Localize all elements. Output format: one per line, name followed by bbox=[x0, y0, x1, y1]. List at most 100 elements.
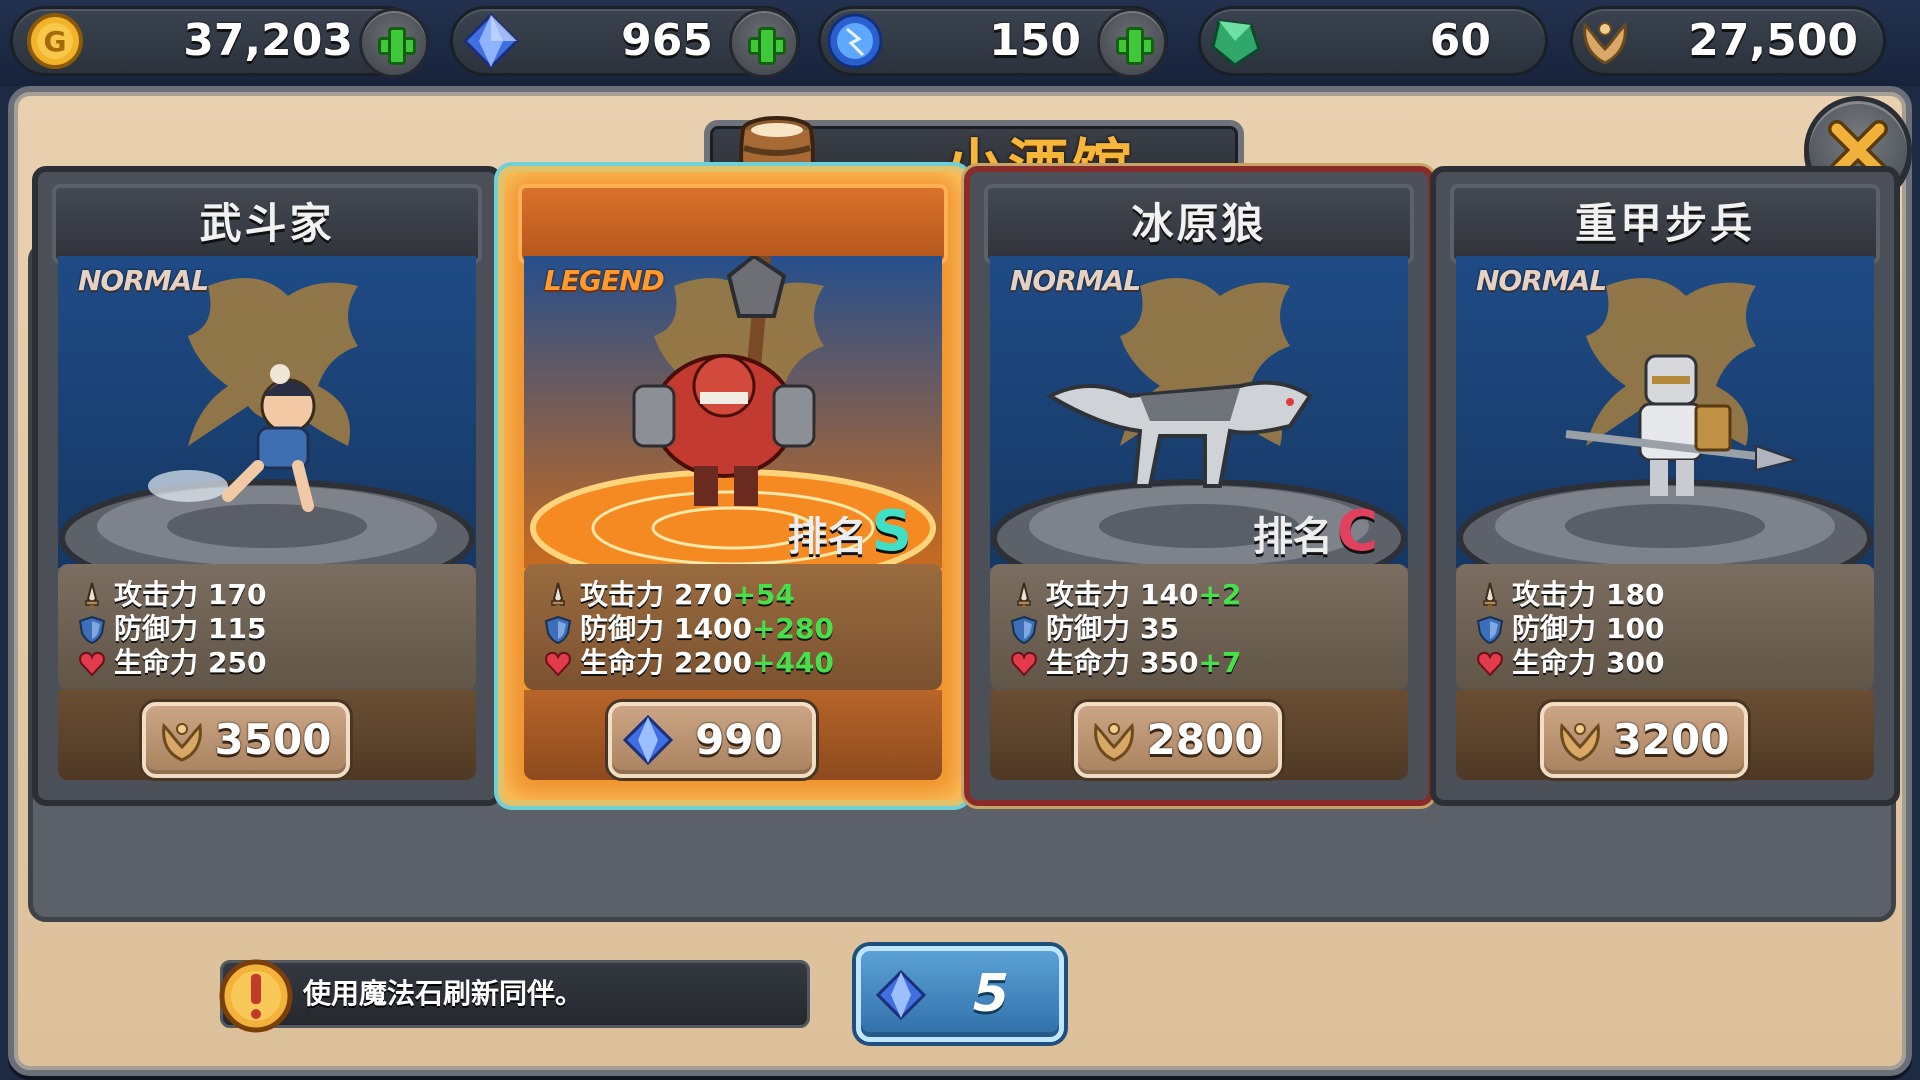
stat-bonus: +2 bbox=[1198, 578, 1242, 611]
defense-value: 115 bbox=[208, 612, 267, 645]
recruit-button[interactable]: 3200 bbox=[1540, 702, 1748, 778]
blue-diamond-icon bbox=[875, 969, 927, 1021]
shield-icon bbox=[1010, 615, 1038, 645]
recruit-button[interactable]: 990 bbox=[608, 702, 816, 778]
warning-icon bbox=[218, 958, 294, 1034]
attack-value: 270 bbox=[674, 578, 733, 611]
shield-icon bbox=[544, 615, 572, 645]
sword-icon bbox=[78, 581, 106, 611]
defense-value: 35 bbox=[1140, 612, 1179, 645]
orb-counter: 150 bbox=[818, 6, 1168, 78]
hp-label: 生命力 bbox=[1046, 646, 1131, 679]
defense-value: 100 bbox=[1606, 612, 1665, 645]
defense-value: 1400 bbox=[674, 612, 752, 645]
hp-stat: 生命力 350+7 bbox=[1010, 646, 1241, 680]
attack-label: 攻击力 bbox=[580, 578, 665, 611]
companion-portrait: LEGEND 排名S bbox=[524, 256, 942, 568]
price-value: 3200 bbox=[1612, 715, 1730, 764]
refresh-button[interactable]: 5 bbox=[856, 946, 1064, 1042]
hp-value: 2200 bbox=[674, 646, 752, 679]
attack-label: 攻击力 bbox=[1046, 578, 1131, 611]
price-value: 990 bbox=[695, 715, 783, 764]
sword-icon bbox=[544, 581, 572, 611]
sword-icon bbox=[1010, 581, 1038, 611]
gold-counter: G 37,203 bbox=[10, 6, 429, 78]
companion-card[interactable]: LEGEND 排名S 攻击力 270+54 防御力 1400+280 生命力 2200… bbox=[498, 166, 968, 806]
attack-label: 攻击力 bbox=[1512, 578, 1597, 611]
hp-value: 350 bbox=[1140, 646, 1199, 679]
add-orb-button[interactable] bbox=[1097, 8, 1167, 78]
honor-laurel-icon bbox=[1088, 714, 1140, 766]
price-value: 3500 bbox=[214, 715, 332, 764]
rank-grade: C bbox=[1336, 499, 1378, 564]
rank-label: 排名 bbox=[787, 514, 868, 560]
rank-grade: S bbox=[871, 499, 912, 564]
stat-bonus: +440 bbox=[751, 646, 834, 679]
rarity-label: NORMAL bbox=[1476, 264, 1607, 297]
card-name-plate: 武斗家 bbox=[52, 184, 482, 264]
price-value: 2800 bbox=[1146, 715, 1264, 764]
defense-label: 防御力 bbox=[1046, 612, 1131, 645]
stats-box: 攻击力 270+54 防御力 1400+280 生命力 2200+440 bbox=[524, 564, 942, 690]
defense-label: 防御力 bbox=[580, 612, 665, 645]
shield-icon bbox=[78, 615, 106, 645]
companion-card[interactable]: 冰原狼 NORMAL 排名C 攻击力 140+2 防御力 35 生命力 350+7 2… bbox=[964, 166, 1434, 806]
hp-stat: 生命力 2200+440 bbox=[544, 646, 834, 680]
rarity-label: LEGEND bbox=[544, 264, 665, 297]
card-name-plate: 重甲步兵 bbox=[1450, 184, 1880, 264]
attack-value: 170 bbox=[208, 578, 267, 611]
recruit-button[interactable]: 2800 bbox=[1074, 702, 1282, 778]
honor-laurel-icon bbox=[156, 714, 208, 766]
add-gold-button[interactable] bbox=[359, 8, 429, 78]
hp-label: 生命力 bbox=[114, 646, 199, 679]
defense-stat: 防御力 115 bbox=[78, 612, 266, 646]
hp-stat: 生命力 250 bbox=[78, 646, 266, 680]
heart-icon bbox=[544, 649, 572, 679]
defense-stat: 防御力 1400+280 bbox=[544, 612, 834, 646]
honor-laurel-icon bbox=[1575, 11, 1635, 71]
diamond-counter: 965 bbox=[450, 6, 800, 78]
sword-icon bbox=[1476, 581, 1504, 611]
add-diamond-button[interactable] bbox=[729, 8, 799, 78]
attack-label: 攻击力 bbox=[114, 578, 199, 611]
emerald-counter: 60 bbox=[1198, 6, 1548, 76]
honor-counter: 27,500 bbox=[1570, 6, 1886, 76]
attack-value: 180 bbox=[1606, 578, 1665, 611]
orb-value: 150 bbox=[989, 15, 1081, 66]
companion-name bbox=[522, 188, 944, 260]
companion-name: 重甲步兵 bbox=[1574, 199, 1755, 248]
rank-label: 排名 bbox=[1252, 514, 1333, 560]
stat-bonus: +54 bbox=[732, 578, 795, 611]
companion-portrait: NORMAL 排名C bbox=[990, 256, 1408, 568]
honor-laurel-icon bbox=[1554, 714, 1606, 766]
svg-text:G: G bbox=[44, 25, 67, 58]
stat-bonus: +280 bbox=[751, 612, 834, 645]
shield-icon bbox=[1476, 615, 1504, 645]
hint-text: 使用魔法石刷新同伴。 bbox=[303, 977, 584, 1010]
heart-icon bbox=[78, 649, 106, 679]
recruit-button[interactable]: 3500 bbox=[142, 702, 350, 778]
stats-box: 攻击力 140+2 防御力 35 生命力 350+7 bbox=[990, 564, 1408, 690]
companion-name: 武斗家 bbox=[199, 199, 335, 248]
heart-icon bbox=[1010, 649, 1038, 679]
honor-value: 27,500 bbox=[1688, 15, 1858, 66]
attack-stat: 攻击力 140+2 bbox=[1010, 578, 1241, 612]
green-gem-icon bbox=[1205, 11, 1265, 71]
gold-coin-icon: G bbox=[25, 11, 85, 71]
hp-value: 300 bbox=[1606, 646, 1665, 679]
companion-card[interactable]: 重甲步兵 NORMAL 攻击力 180 防御力 100 生命力 300 3200 bbox=[1430, 166, 1900, 806]
card-name-plate bbox=[518, 184, 948, 264]
blue-diamond-icon bbox=[622, 714, 674, 766]
attack-value: 140 bbox=[1140, 578, 1199, 611]
hp-label: 生命力 bbox=[580, 646, 665, 679]
attack-stat: 攻击力 180 bbox=[1476, 578, 1664, 612]
refresh-cost: 5 bbox=[972, 964, 1010, 1024]
companion-name: 冰原狼 bbox=[1131, 199, 1267, 248]
blue-diamond-icon bbox=[461, 11, 521, 71]
companion-card[interactable]: 武斗家 NORMAL 攻击力 170 防御力 115 生命力 250 3500 bbox=[32, 166, 502, 806]
stat-bonus: +7 bbox=[1198, 646, 1242, 679]
lightning-orb-icon bbox=[825, 11, 885, 71]
hint-bar: 使用魔法石刷新同伴。 bbox=[220, 960, 810, 1028]
rarity-label: NORMAL bbox=[1010, 264, 1141, 297]
defense-stat: 防御力 100 bbox=[1476, 612, 1664, 646]
